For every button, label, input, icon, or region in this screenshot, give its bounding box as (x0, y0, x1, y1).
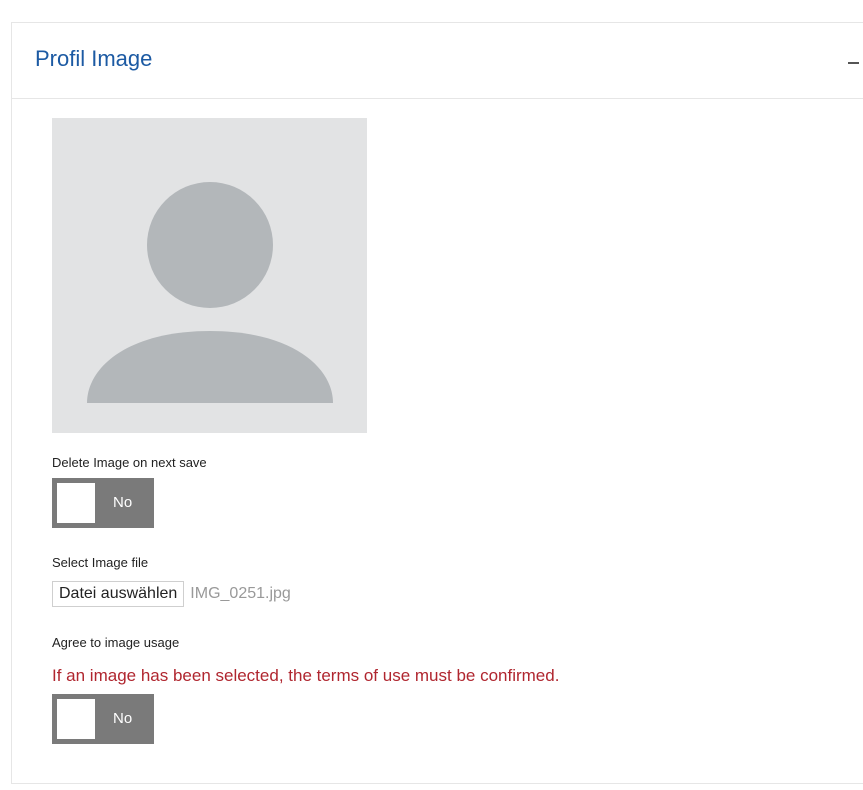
choose-file-button[interactable]: Datei auswählen (52, 581, 185, 607)
agree-usage-toggle[interactable]: No (52, 694, 154, 744)
toggle-state: No (113, 710, 133, 727)
select-image-label: Select Image file (52, 555, 149, 570)
selected-file-name: IMG_0251.jpg (190, 585, 291, 602)
profile-image-panel: Profil Image Delete Image on next save N… (11, 22, 863, 784)
avatar-placeholder (52, 118, 367, 433)
file-input[interactable]: Datei auswählen IMG_0251.jpg (52, 581, 291, 607)
minus-icon[interactable] (846, 47, 863, 71)
toggle-knob (57, 699, 95, 739)
panel-title: Profil Image (35, 46, 153, 71)
toggle-knob (57, 483, 95, 523)
agree-usage-label: Agree to image usage (52, 635, 180, 650)
user-placeholder-icon (87, 182, 333, 403)
panel-header[interactable]: Profil Image (12, 23, 863, 99)
validation-error: If an image has been selected, the terms… (52, 666, 560, 685)
delete-image-toggle[interactable]: No (52, 478, 154, 528)
toggle-state: No (113, 494, 133, 511)
delete-image-label: Delete Image on next save (52, 455, 207, 470)
